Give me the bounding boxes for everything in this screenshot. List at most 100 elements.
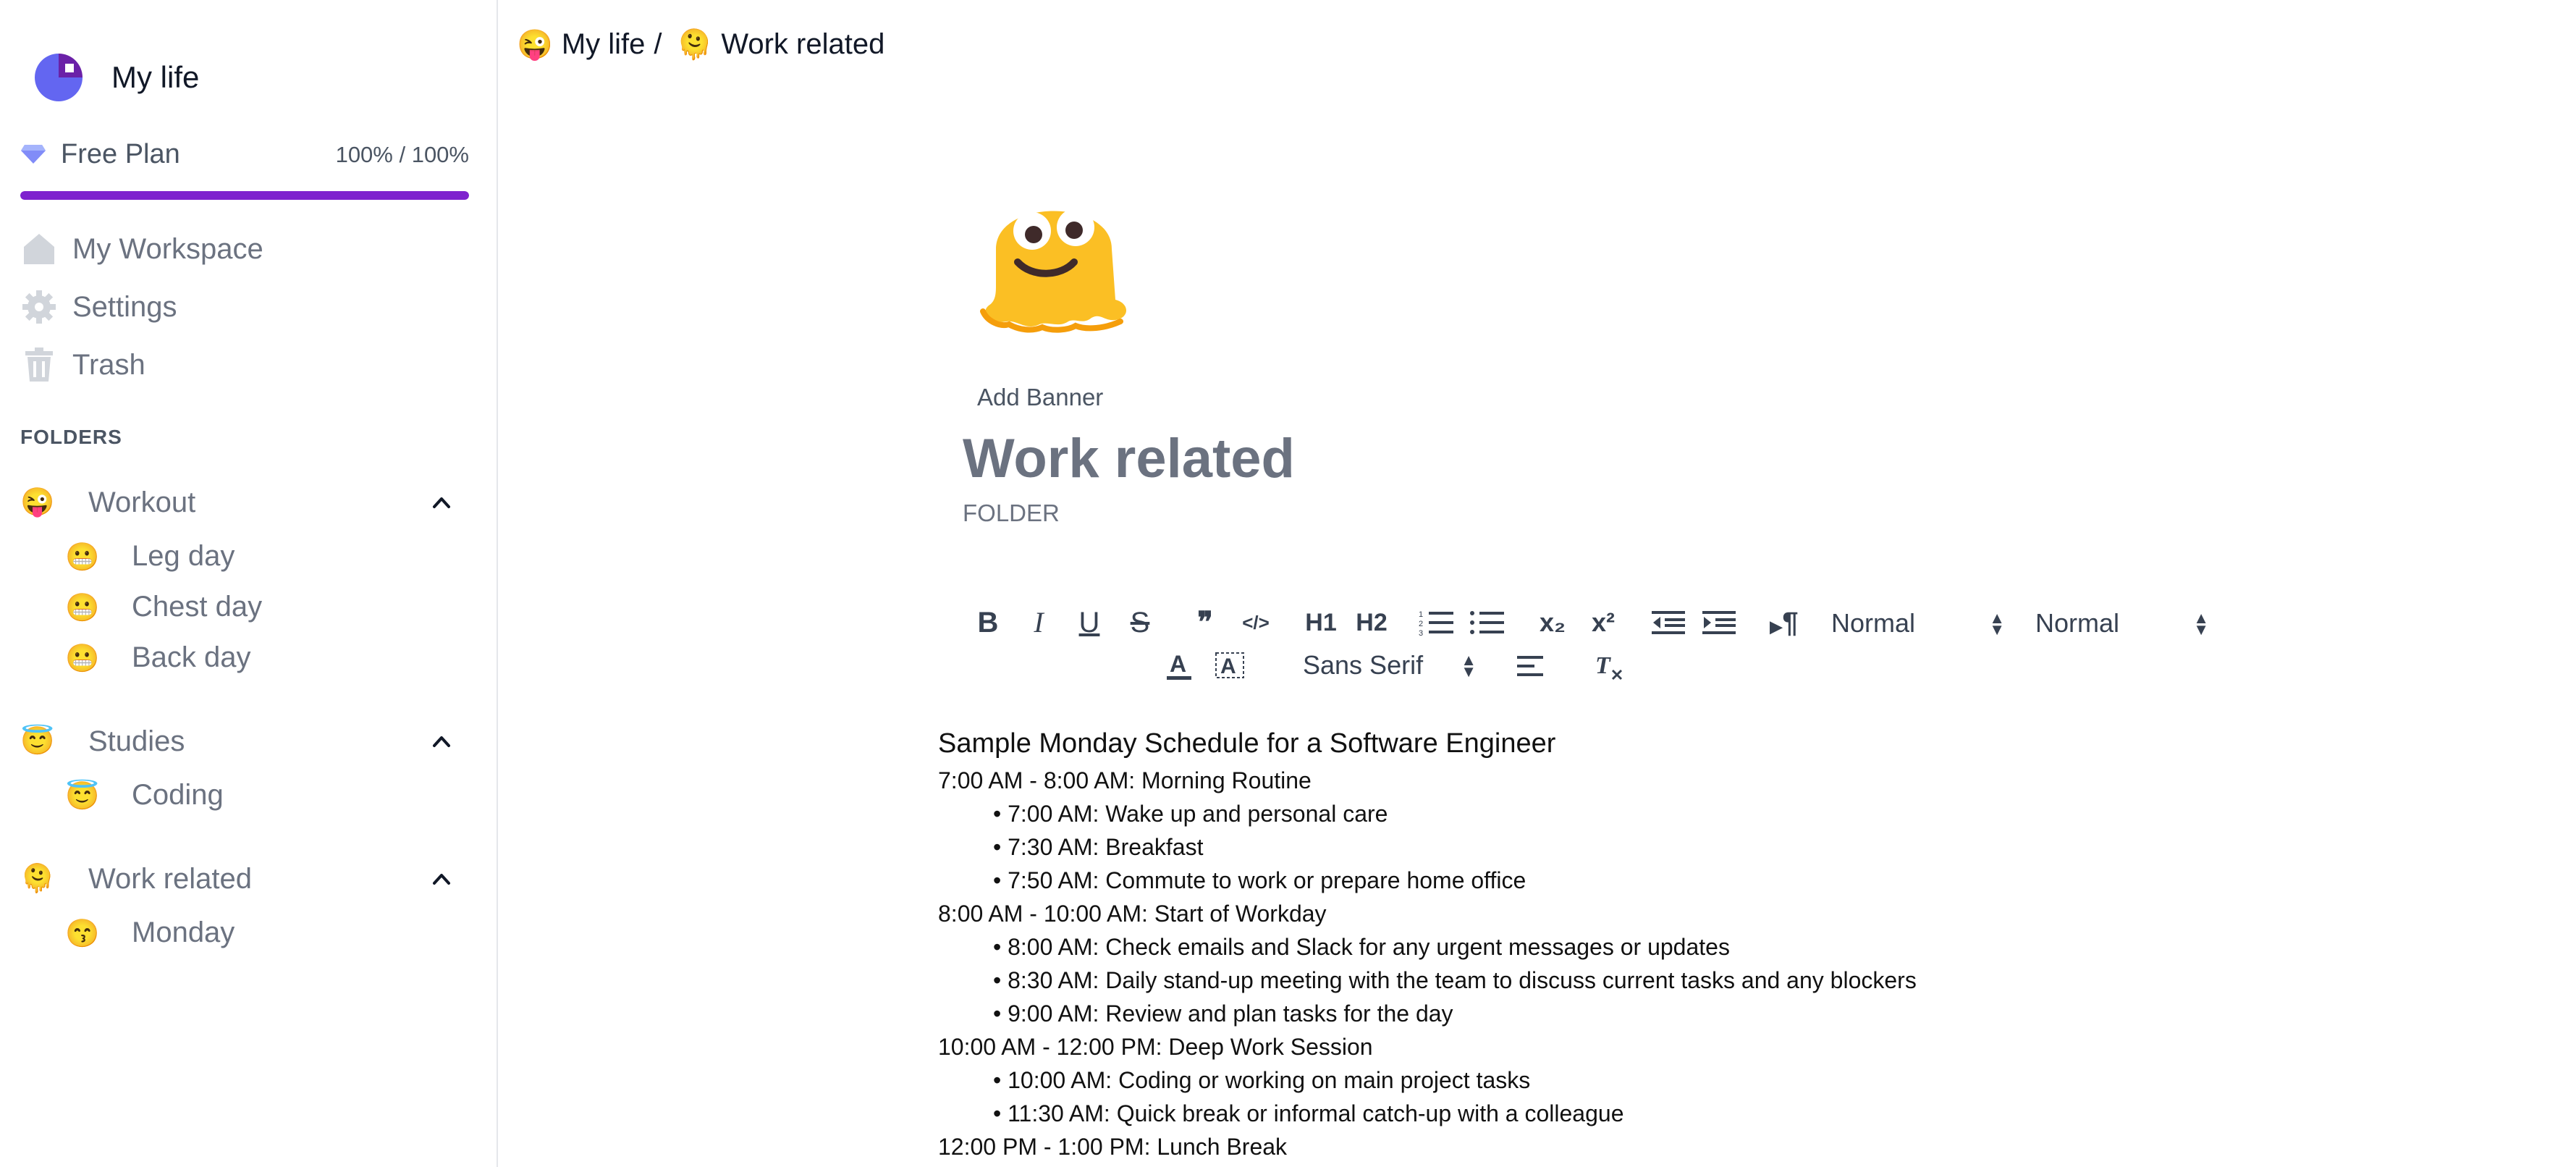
workspace-logo-icon: [35, 54, 83, 101]
plan-usage-fill: [20, 191, 469, 200]
indent-icon[interactable]: [1694, 608, 1744, 637]
header-format-select[interactable]: Normal ▲ ▼: [1831, 608, 2005, 640]
gear-icon: [20, 288, 58, 326]
schedule-time-block: 12:00 PM - 1:00 PM: Lunch Break: [938, 1134, 1288, 1160]
file-label: Leg day: [132, 540, 235, 572]
editor-content[interactable]: Sample Monday Schedule for a Software En…: [938, 728, 2169, 1163]
select-arrows-icon: ▲ ▼: [2193, 609, 2209, 639]
schedule-bullet: • 7:50 AM: Commute to work or prepare ho…: [993, 867, 1526, 893]
breadcrumb-folder-link[interactable]: Work related: [721, 28, 884, 61]
file-emoji-icon: 😬: [65, 593, 100, 623]
breadcrumb-separator: /: [654, 28, 662, 60]
schedule-bullet: • 10:00 AM: Coding or working on main pr…: [993, 1067, 1531, 1093]
workspace-title: My life: [111, 60, 200, 94]
editor-heading: Sample Monday Schedule for a Software En…: [938, 728, 1556, 759]
align-left-icon[interactable]: [1513, 652, 1549, 681]
text-direction-button[interactable]: ▶¶: [1759, 605, 1809, 644]
file-label: Monday: [132, 917, 235, 948]
nav-settings-label: Settings: [72, 290, 177, 323]
schedule-time-block: 7:00 AM - 8:00 AM: Morning Routine: [938, 767, 1312, 793]
main-content: 😜 My life / 🫠 Work related Add Banner Wo…: [499, 0, 2576, 1167]
header-format-value: Normal: [1831, 608, 1916, 638]
svg-text:1: 1: [1419, 610, 1423, 619]
sidebar: My life Free Plan 100% / 100% My Workspa…: [0, 0, 498, 1167]
chevron-up-icon[interactable]: [428, 489, 455, 515]
font-size-select[interactable]: Normal ▲ ▼: [2035, 608, 2209, 640]
file-emoji-icon: 😬: [65, 542, 100, 573]
folder-label: Work related: [88, 863, 253, 895]
select-arrows-icon: ▲ ▼: [1989, 609, 2005, 639]
schedule-bullet: • 8:30 AM: Daily stand-up meeting with t…: [993, 967, 1917, 993]
ordered-list-icon[interactable]: 1 2 3: [1411, 608, 1462, 637]
schedule-bullet: • 7:30 AM: Breakfast: [993, 834, 1204, 860]
file-emoji-icon: 😇: [65, 781, 100, 812]
breadcrumb-workspace-link[interactable]: My life: [562, 28, 646, 61]
trash-icon: [20, 346, 58, 384]
breadcrumb-folder-emoji-icon: 🫠: [676, 29, 713, 61]
folder-emoji-icon: 😜: [20, 487, 55, 518]
svg-text:A: A: [1170, 651, 1186, 677]
direction-arrow-icon: ▶: [1770, 618, 1783, 636]
font-size-value: Normal: [2035, 608, 2120, 638]
document-type-label: FOLDER: [963, 500, 1060, 526]
folder-label: Workout: [88, 486, 196, 518]
folder-emoji-icon: 😇: [20, 726, 55, 757]
editor-toolbar: B I U S ❞ </> H1 H2 1 2 3 x₂ x² ▶¶ Norma…: [963, 605, 2209, 692]
workspace-header[interactable]: My life: [33, 52, 199, 103]
folder-work-related[interactable]: 🫠 Work related: [20, 857, 469, 901]
plan-name: Free Plan: [61, 139, 180, 169]
breadcrumb-workspace-emoji-icon: 😜: [517, 29, 553, 61]
plan-usage-bar: [20, 191, 469, 200]
folder-workout[interactable]: 😜 Workout: [20, 481, 469, 524]
background-color-icon[interactable]: A: [1212, 650, 1248, 682]
add-banner-button[interactable]: Add Banner: [977, 384, 1103, 411]
italic-button[interactable]: I: [1013, 605, 1064, 640]
file-emoji-icon: 😬: [65, 644, 100, 674]
svg-text:2: 2: [1419, 620, 1423, 628]
file-label: Coding: [132, 779, 224, 811]
blockquote-button[interactable]: ❞: [1180, 605, 1230, 640]
code-block-button[interactable]: </>: [1230, 605, 1281, 640]
clear-format-icon[interactable]: T: [1592, 650, 1629, 682]
home-icon: [20, 230, 58, 268]
plan-usage: 100% / 100%: [335, 142, 469, 167]
schedule-time-block: 8:00 AM - 10:00 AM: Start of Workday: [938, 901, 1327, 927]
bold-button[interactable]: B: [963, 605, 1013, 640]
chevron-up-icon[interactable]: [428, 866, 455, 892]
bullet-list-icon[interactable]: [1462, 608, 1513, 637]
svg-text:A: A: [1220, 654, 1236, 678]
folder-studies[interactable]: 😇 Studies: [20, 720, 469, 763]
outdent-icon[interactable]: [1643, 608, 1694, 637]
document-title[interactable]: Work related: [963, 427, 1295, 490]
svg-text:T: T: [1595, 652, 1611, 679]
file-emoji-icon: 😙: [65, 919, 100, 949]
font-family-select[interactable]: Sans Serif ▲ ▼: [1303, 650, 1477, 682]
underline-button[interactable]: U: [1064, 605, 1115, 640]
text-color-icon[interactable]: A: [1161, 650, 1197, 682]
subscript-button[interactable]: x₂: [1527, 605, 1578, 640]
melting-face-icon[interactable]: [967, 177, 1141, 343]
nav-trash-label: Trash: [72, 348, 145, 381]
schedule-time-block: 10:00 AM - 12:00 PM: Deep Work Session: [938, 1034, 1373, 1060]
schedule-bullet: • 9:00 AM: Review and plan tasks for the…: [993, 1000, 1453, 1027]
diamond-icon: [21, 145, 46, 164]
nav-trash[interactable]: Trash: [20, 346, 145, 384]
file-label: Back day: [132, 641, 251, 673]
strikethrough-button[interactable]: S: [1115, 605, 1165, 640]
pilcrow-label: ¶: [1782, 607, 1799, 639]
nav-my-workspace[interactable]: My Workspace: [20, 230, 263, 268]
schedule-bullet: • 11:30 AM: Quick break or informal catc…: [993, 1100, 1624, 1126]
superscript-button[interactable]: x²: [1578, 605, 1629, 640]
nav-settings[interactable]: Settings: [20, 288, 177, 326]
heading1-button[interactable]: H1: [1296, 605, 1346, 640]
folder-emoji-icon: 🫠: [20, 864, 55, 894]
plan-info: Free Plan 100% / 100%: [20, 136, 469, 172]
nav-my-workspace-label: My Workspace: [72, 232, 263, 265]
heading2-button[interactable]: H2: [1346, 605, 1397, 640]
font-family-value: Sans Serif: [1303, 650, 1424, 680]
breadcrumb: 😜 My life / 🫠 Work related: [517, 28, 884, 62]
file-label: Chest day: [132, 591, 263, 623]
schedule-bullet: • 8:00 AM: Check emails and Slack for an…: [993, 934, 1730, 960]
chevron-up-icon[interactable]: [428, 728, 455, 754]
select-arrows-icon: ▲ ▼: [1461, 651, 1477, 681]
